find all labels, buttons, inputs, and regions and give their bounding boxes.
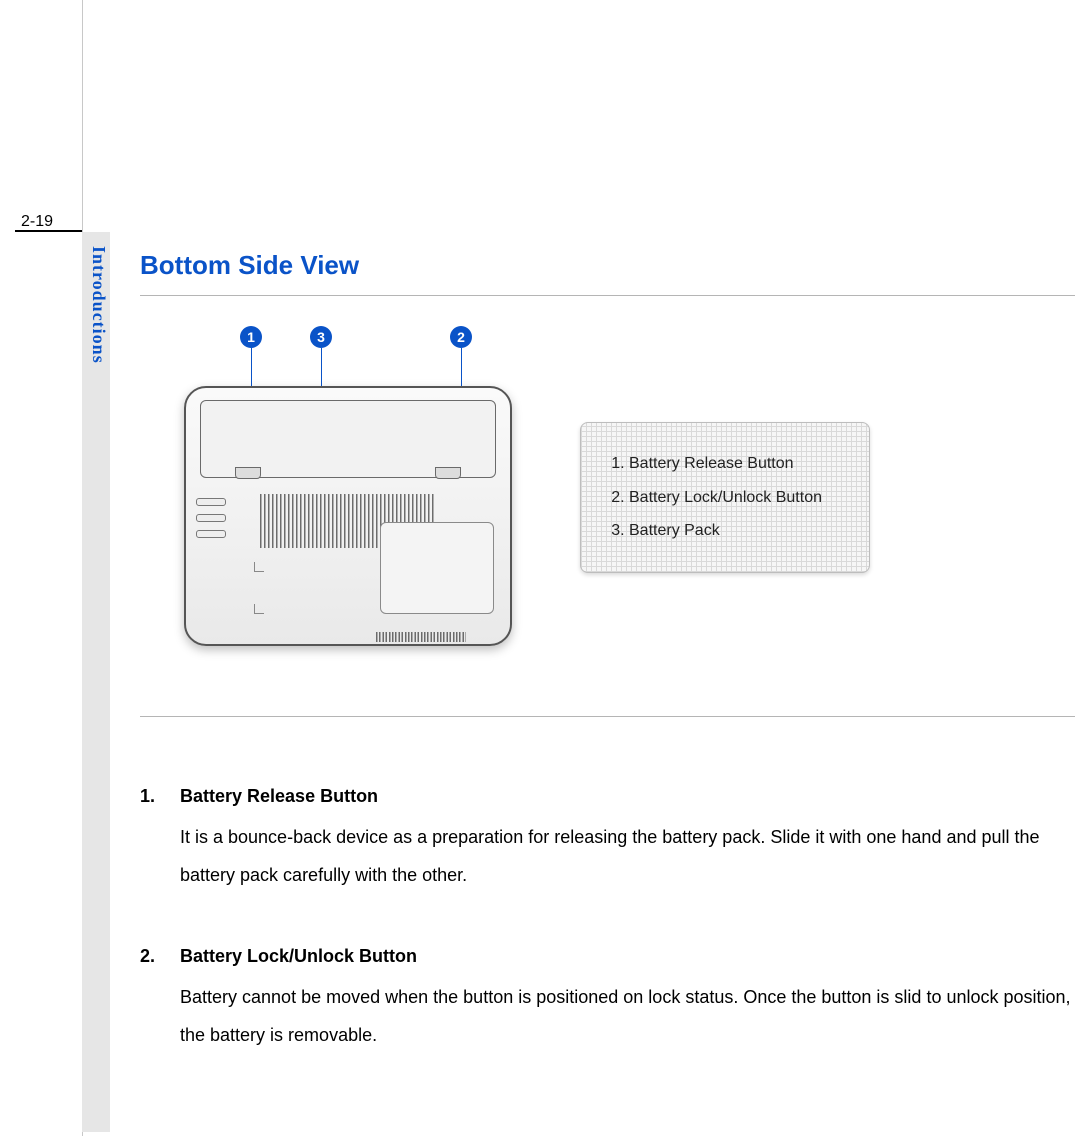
port-icon bbox=[196, 514, 226, 522]
callout-bubble-1: 1 bbox=[240, 326, 262, 348]
callout-bubble-3: 3 bbox=[310, 326, 332, 348]
manual-page: 2-19 Introductions Bottom Side View 1 3 … bbox=[0, 0, 1075, 1136]
laptop-bottom-diagram bbox=[184, 386, 512, 646]
description-body: Battery cannot be moved when the button … bbox=[180, 978, 1075, 1055]
description-item: Battery Lock/Unlock Button Battery canno… bbox=[140, 937, 1075, 1055]
description-section: Battery Release Button It is a bounce-ba… bbox=[140, 716, 1075, 1055]
legend-item: Battery Lock/Unlock Button bbox=[629, 481, 849, 515]
legend-item: Battery Release Button bbox=[629, 447, 849, 481]
speaker-grille-icon bbox=[376, 632, 466, 642]
sidebar-strip bbox=[82, 232, 110, 1132]
description-item: Battery Release Button It is a bounce-ba… bbox=[140, 777, 1075, 895]
legend-list: Battery Release Button Battery Lock/Unlo… bbox=[629, 447, 849, 548]
legend-box: Battery Release Button Battery Lock/Unlo… bbox=[580, 422, 870, 573]
section-title: Bottom Side View bbox=[140, 250, 1075, 281]
figure-row: 1 3 2 bbox=[140, 326, 1075, 716]
service-hatch-icon bbox=[380, 522, 494, 614]
port-icon bbox=[196, 498, 226, 506]
description-body: It is a bounce-back device as a preparat… bbox=[180, 818, 1075, 895]
page-number: 2-19 bbox=[15, 213, 82, 232]
legend-item: Battery Pack bbox=[629, 514, 849, 548]
corner-mark-icon bbox=[254, 562, 264, 572]
port-icon bbox=[196, 530, 226, 538]
corner-mark-icon bbox=[254, 604, 264, 614]
description-title: Battery Release Button bbox=[180, 777, 1075, 816]
sidebar-section-label: Introductions bbox=[83, 246, 109, 364]
callout-bubble-2: 2 bbox=[450, 326, 472, 348]
description-title: Battery Lock/Unlock Button bbox=[180, 937, 1075, 976]
content-area: Bottom Side View 1 3 2 bbox=[140, 250, 1075, 1097]
section-divider bbox=[140, 295, 1075, 296]
description-list: Battery Release Button It is a bounce-ba… bbox=[140, 777, 1075, 1055]
battery-bay-icon bbox=[200, 400, 496, 478]
